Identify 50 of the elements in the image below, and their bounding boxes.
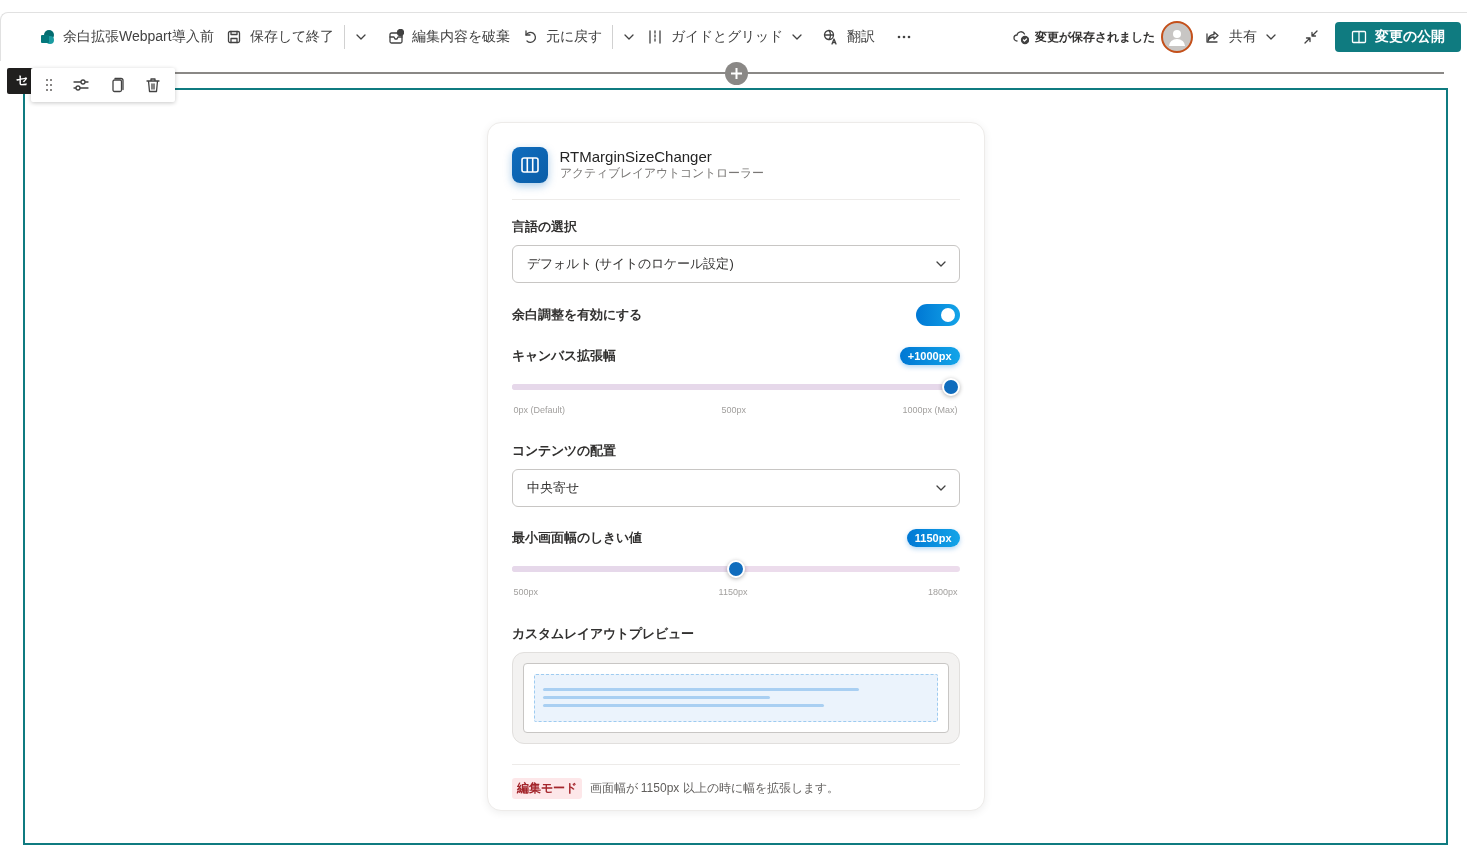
page-title[interactable]: 余白拡張Webpart導入前 xyxy=(33,24,220,50)
translate-button[interactable]: 翻訳 xyxy=(816,24,881,50)
field-label: 最小画面幅のしきい値 xyxy=(511,529,642,547)
value-badge: 1150px xyxy=(906,529,960,547)
plus-icon xyxy=(731,68,742,79)
columns-logo-icon xyxy=(511,147,548,183)
save-icon xyxy=(225,29,242,45)
cloud-check-icon xyxy=(1013,29,1029,45)
drag-handle-icon xyxy=(45,78,53,92)
discard-icon xyxy=(387,29,404,45)
field-label: コンテンツの配置 xyxy=(511,442,617,460)
share-button[interactable]: 共有 xyxy=(1199,24,1283,50)
field-label: カスタムレイアウトプレビュー xyxy=(511,625,695,643)
publish-button[interactable]: 変更の公開 xyxy=(1335,22,1461,52)
field-label: キャンバス拡張幅 xyxy=(511,347,616,365)
field-label: 余白調整を有効にする xyxy=(511,306,642,324)
save-and-close-button[interactable]: 保存して終了 xyxy=(219,24,340,50)
guides-and-grid-button[interactable]: ガイドとグリッド xyxy=(640,24,809,50)
mode-badge: 編集モード xyxy=(511,778,582,799)
share-icon xyxy=(1205,29,1221,45)
scale-label: 500px xyxy=(513,587,539,597)
save-status: 変更が保存されました xyxy=(1035,28,1155,46)
add-section-button[interactable] xyxy=(725,62,748,85)
grid-lines-icon xyxy=(646,29,663,45)
sliders-icon xyxy=(73,77,89,93)
field-label: 言語の選択 xyxy=(511,218,578,236)
scale-label: 1800px xyxy=(927,587,958,597)
scale-label: 500px xyxy=(721,405,746,415)
footer-note: 画面幅が 1150px 以上の時に幅を拡張します。 xyxy=(589,780,839,797)
scale-label: 1150px xyxy=(718,587,748,597)
discard-edits-button[interactable]: 編集内容を破棄 xyxy=(381,24,516,50)
more-icon xyxy=(896,35,911,39)
webpart-title: RTMarginSizeChanger xyxy=(559,148,713,165)
undo-button[interactable]: 元に戻す xyxy=(515,24,608,50)
translate-icon xyxy=(822,29,839,45)
language-dropdown[interactable]: デフォルト (サイトのロケール設定) xyxy=(511,245,960,283)
trash-icon xyxy=(145,77,161,93)
drag-handle-button[interactable] xyxy=(43,76,55,94)
scale-label: 1000px (Max) xyxy=(902,405,958,415)
webpart-subtitle: アクティブレイアウトコントローラー xyxy=(559,165,764,182)
alignment-dropdown[interactable]: 中央寄せ xyxy=(511,469,960,507)
collapse-icon xyxy=(1303,29,1319,45)
scale-label: 0px (Default) xyxy=(513,405,566,415)
toggle-switch[interactable] xyxy=(915,304,960,326)
book-icon xyxy=(1351,29,1367,45)
value-badge: +1000px xyxy=(899,347,960,365)
slider-thumb[interactable] xyxy=(726,560,745,578)
slider-thumb[interactable] xyxy=(941,378,960,396)
user-avatar[interactable] xyxy=(1161,21,1193,53)
copy-icon xyxy=(109,77,125,93)
